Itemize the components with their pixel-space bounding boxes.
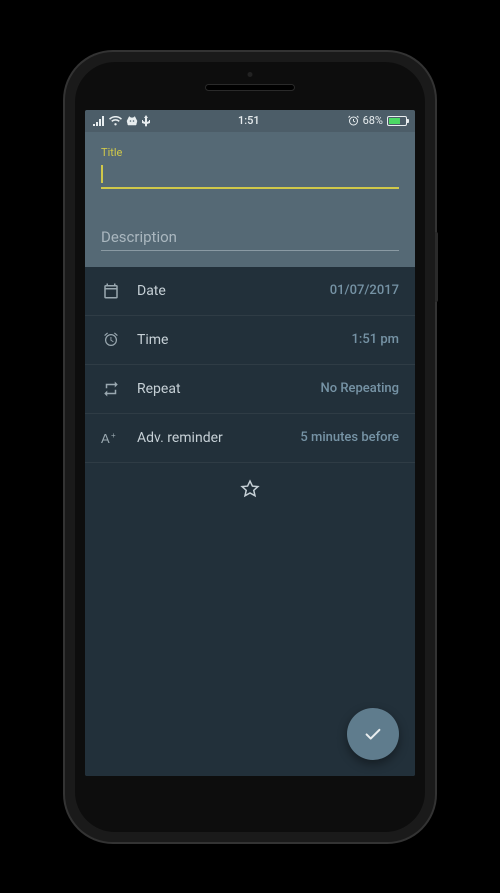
screen: 1:51 68% Title Description xyxy=(85,110,415,776)
speaker-grille xyxy=(205,84,295,91)
date-row[interactable]: Date 01/07/2017 xyxy=(85,267,415,316)
title-label: Title xyxy=(101,146,399,159)
time-label: Time xyxy=(137,332,352,348)
phone-frame: 1:51 68% Title Description xyxy=(65,52,435,842)
advance-icon: A+ xyxy=(101,428,121,448)
text-cursor xyxy=(101,165,103,183)
date-value: 01/07/2017 xyxy=(330,283,399,298)
check-icon xyxy=(362,723,384,745)
svg-text:A: A xyxy=(101,431,110,446)
reminder-label: Adv. reminder xyxy=(137,430,300,446)
confirm-button[interactable] xyxy=(347,708,399,760)
battery-pct: 68% xyxy=(363,114,383,127)
settings-list: Date 01/07/2017 Time 1:51 pm Repeat No R… xyxy=(85,267,415,776)
usb-icon xyxy=(142,115,150,127)
signal-icon xyxy=(93,116,105,126)
battery-icon xyxy=(387,116,407,126)
title-input[interactable] xyxy=(101,161,399,189)
alarm-icon xyxy=(348,115,359,126)
repeat-value: No Repeating xyxy=(320,381,399,396)
app-icon xyxy=(126,115,138,126)
description-input[interactable]: Description xyxy=(101,227,399,251)
favorite-toggle[interactable] xyxy=(85,463,415,515)
status-time: 1:51 xyxy=(238,114,260,127)
calendar-icon xyxy=(101,281,121,301)
repeat-label: Repeat xyxy=(137,381,320,397)
header-card: Title Description xyxy=(85,132,415,267)
side-button xyxy=(435,232,438,302)
repeat-icon xyxy=(101,379,121,399)
wifi-icon xyxy=(109,116,122,126)
time-value: 1:51 pm xyxy=(352,332,399,347)
date-label: Date xyxy=(137,283,330,299)
description-placeholder: Description xyxy=(101,228,177,246)
status-bar: 1:51 68% xyxy=(85,110,415,132)
time-row[interactable]: Time 1:51 pm xyxy=(85,316,415,365)
repeat-row[interactable]: Repeat No Repeating xyxy=(85,365,415,414)
reminder-row[interactable]: A+ Adv. reminder 5 minutes before xyxy=(85,414,415,463)
clock-icon xyxy=(101,330,121,350)
camera-dot xyxy=(248,72,253,77)
star-icon xyxy=(240,479,260,499)
reminder-value: 5 minutes before xyxy=(300,430,399,445)
svg-text:+: + xyxy=(111,431,116,440)
